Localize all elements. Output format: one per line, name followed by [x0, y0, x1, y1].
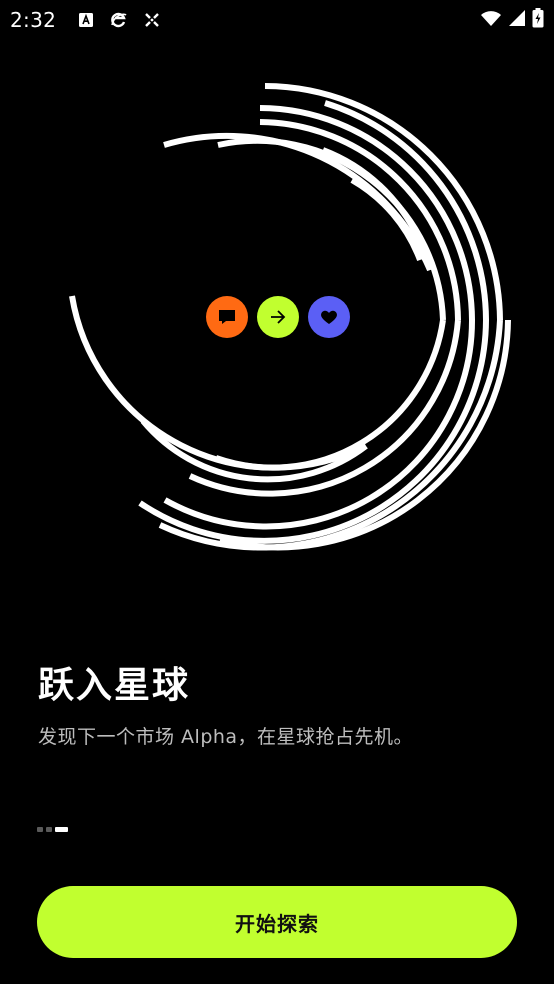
status-notification-icons	[78, 11, 160, 29]
text-a-icon	[78, 12, 94, 28]
signal-icon	[508, 9, 526, 31]
onboarding-screen: 2:32 跃入星球 发现下一个市场 Alpha，在星球抢占先机。 开始探索	[0, 0, 554, 984]
hero-icon-row	[206, 296, 350, 338]
pager-dot-active	[55, 827, 68, 832]
ie-icon	[110, 11, 128, 29]
heart-icon	[308, 296, 350, 338]
battery-icon	[532, 8, 544, 32]
chat-icon	[206, 296, 248, 338]
pager-dot	[46, 827, 52, 832]
wifi-icon	[480, 9, 502, 31]
start-explore-button[interactable]: 开始探索	[37, 886, 517, 958]
status-time: 2:32	[10, 8, 57, 32]
pager-indicator	[37, 827, 68, 832]
crosshair-icon	[144, 12, 160, 28]
ring-arc	[215, 319, 446, 471]
arrow-right-icon	[257, 296, 299, 338]
pager-dot	[37, 827, 43, 832]
status-system-icons	[480, 8, 544, 32]
status-bar: 2:32	[0, 0, 554, 40]
onboarding-title: 跃入星球	[38, 665, 191, 706]
onboarding-subtitle: 发现下一个市场 Alpha，在星球抢占先机。	[38, 726, 414, 748]
ring-arc	[140, 419, 368, 483]
